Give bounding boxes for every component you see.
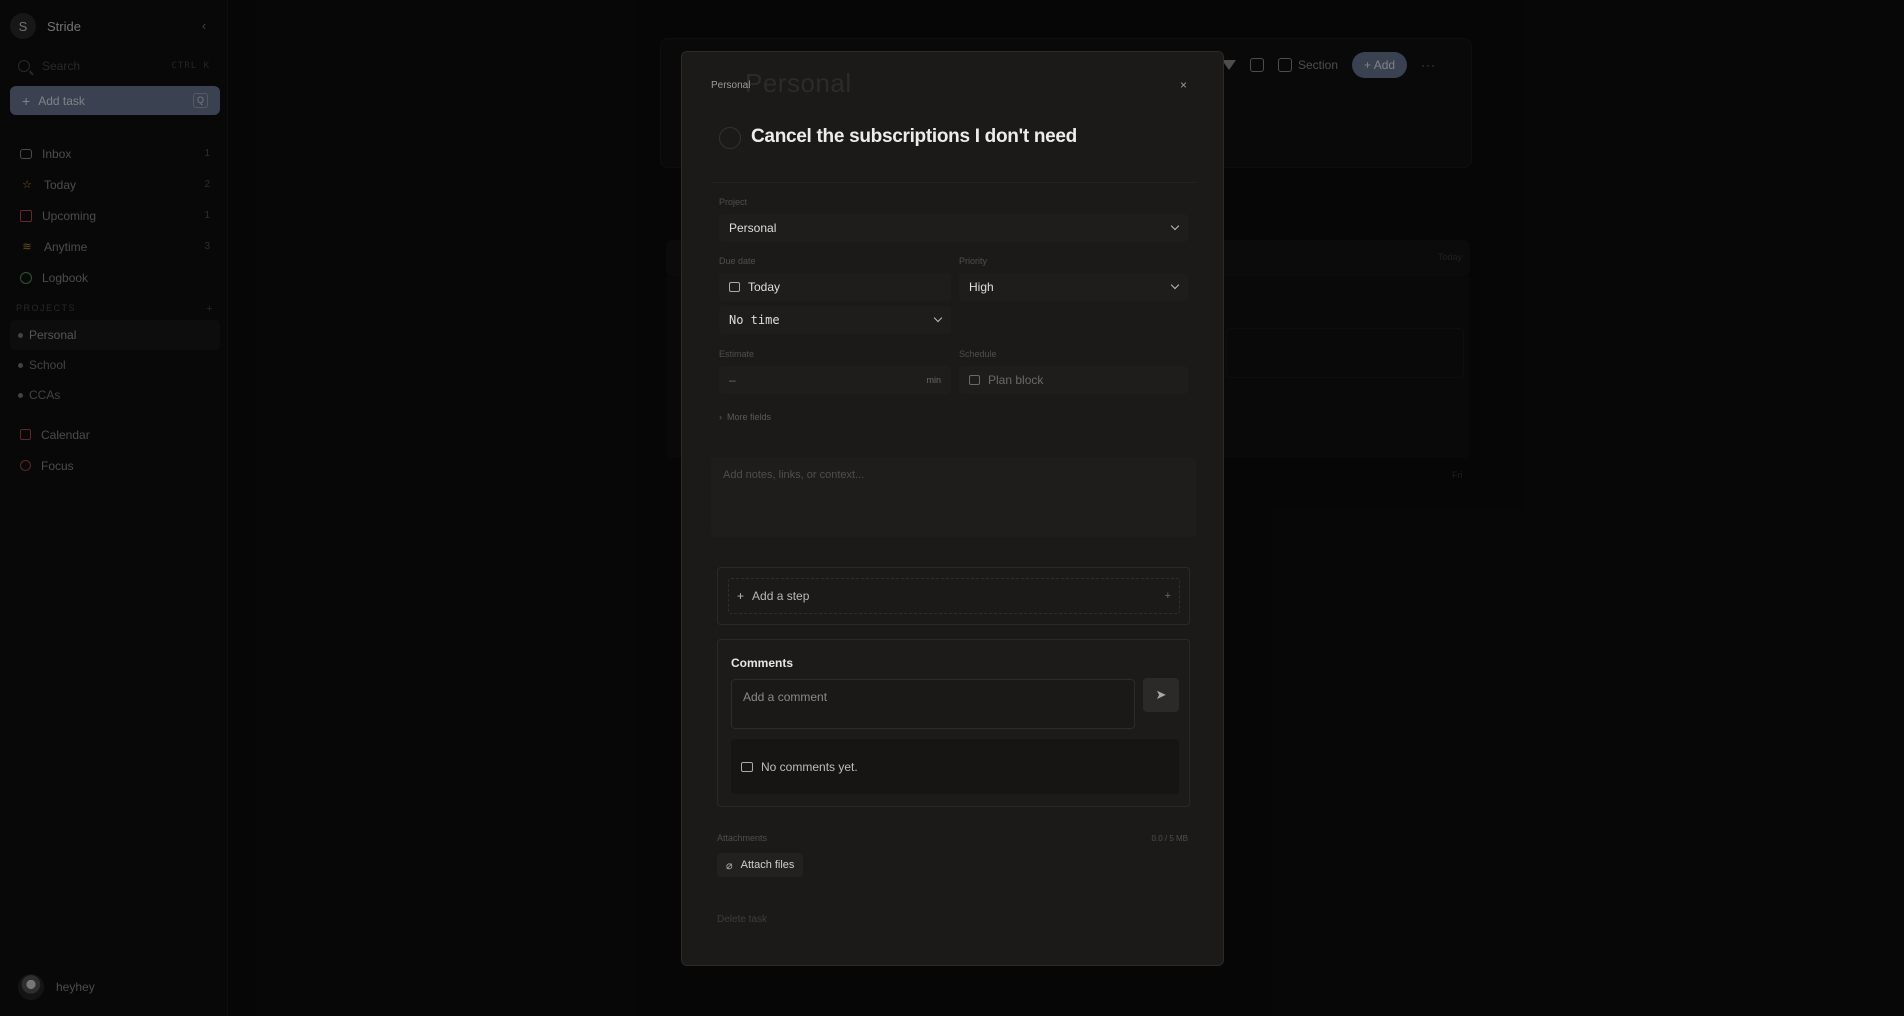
priority-value: High — [969, 280, 994, 294]
notes-textarea[interactable]: Add notes, links, or context... — [711, 457, 1196, 537]
estimate-value: – — [729, 373, 736, 387]
project-select[interactable]: Personal — [719, 214, 1188, 242]
attachments-label: Attachments — [717, 833, 768, 843]
comments-empty-text: No comments yet. — [761, 759, 858, 774]
calendar-icon — [969, 375, 980, 385]
attachments-size: 0.0 / 5 MB — [1151, 834, 1188, 843]
send-icon[interactable]: ➤ — [1143, 678, 1179, 712]
project-field-label: Project — [719, 197, 748, 207]
estimate-label: Estimate — [719, 349, 755, 359]
more-fields-toggle[interactable]: › More fields — [719, 412, 771, 422]
app-root: S Stride ‹ Search CTRL K + Add task Q In… — [0, 0, 1904, 1016]
task-title[interactable]: Cancel the subscriptions I don't need — [751, 126, 1077, 148]
time-select[interactable]: No time — [719, 306, 951, 334]
comment-icon — [741, 761, 753, 772]
delete-task-button[interactable]: Delete task — [717, 914, 767, 925]
calendar-icon — [729, 282, 740, 292]
priority-label: Priority — [959, 256, 988, 266]
comments-section: Comments Add a comment ➤ No comments yet… — [717, 639, 1190, 807]
due-date-label: Due date — [719, 256, 756, 266]
comment-placeholder: Add a comment — [743, 690, 828, 704]
comments-title: Comments — [731, 656, 794, 670]
project-value: Personal — [729, 221, 777, 235]
divider — [711, 182, 1196, 183]
ghost-project-title: Personal — [745, 68, 852, 98]
due-date-value: Today — [748, 280, 781, 294]
task-detail-modal: Personal Personal × Cancel the subscript… — [681, 51, 1224, 966]
add-step-button[interactable]: + Add a step + — [728, 578, 1180, 614]
close-icon[interactable]: × — [1180, 78, 1187, 92]
schedule-button[interactable]: Plan block — [959, 366, 1188, 394]
breadcrumb[interactable]: Personal — [711, 80, 750, 91]
time-value: No time — [729, 313, 780, 327]
notes-placeholder: Add notes, links, or context... — [723, 469, 865, 481]
estimate-input[interactable]: – min — [719, 366, 951, 394]
chevron-down-icon — [1170, 221, 1180, 231]
estimate-unit: min — [926, 375, 941, 385]
schedule-label: Schedule — [959, 349, 997, 359]
plus-icon: + — [1164, 590, 1171, 602]
attach-files-label: Attach files — [740, 859, 795, 871]
priority-select[interactable]: High — [959, 273, 1188, 301]
due-date-picker[interactable]: Today — [719, 273, 951, 301]
schedule-value: Plan block — [988, 373, 1044, 387]
paperclip-icon: ⌀ — [726, 859, 733, 872]
comment-input[interactable]: Add a comment — [731, 679, 1135, 729]
comments-empty-state: No comments yet. — [731, 739, 1179, 794]
more-fields-label: More fields — [727, 412, 772, 422]
steps-section: + Add a step + — [717, 567, 1190, 625]
chevron-down-icon — [1170, 280, 1180, 290]
attach-files-button[interactable]: ⌀ Attach files — [717, 853, 804, 877]
add-step-label: Add a step — [752, 589, 810, 603]
task-complete-checkbox[interactable] — [719, 127, 741, 149]
plus-icon: + — [737, 589, 745, 603]
chevron-down-icon — [933, 313, 943, 323]
